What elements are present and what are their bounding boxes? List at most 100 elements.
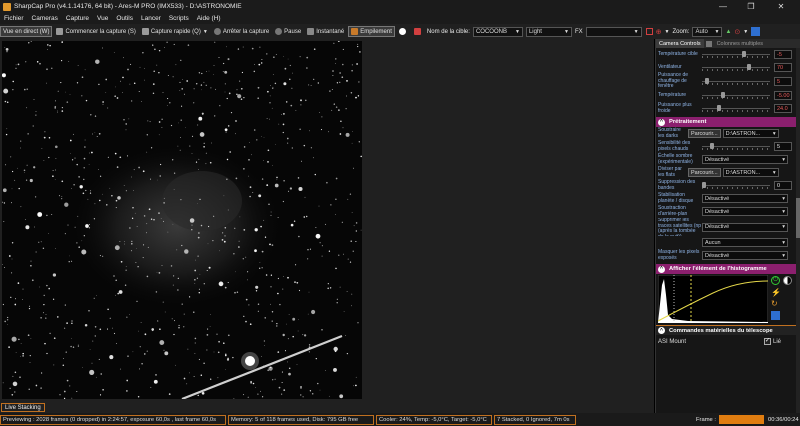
browse-flats-button[interactable]: Parcourir... (688, 168, 721, 177)
menu-scripts[interactable]: Scripts (165, 15, 193, 22)
toolbar: Vue en direct (W) Commencer la capture (… (0, 24, 800, 39)
tab-multiple-columns[interactable]: Colonnes multiples (714, 39, 766, 48)
target-name-select[interactable]: COCOONB ▼ (472, 26, 523, 37)
histogram-chart[interactable] (658, 275, 768, 323)
chevron-down-icon: ▼ (714, 28, 720, 35)
planet-select[interactable]: Désactivé ▾ (702, 194, 788, 203)
target-label: Nom de la cible: (426, 28, 470, 35)
dark-scale-value: Désactivé (705, 156, 730, 163)
menu-aide[interactable]: Aide (H) (193, 15, 225, 22)
reticle-button[interactable] (412, 26, 425, 37)
menu-outils[interactable]: Outils (112, 15, 137, 22)
collapse-icon[interactable]: ^ (658, 118, 665, 126)
satellite-select[interactable]: Désactivé ▾ (702, 222, 788, 232)
power-icon[interactable]: ⏻ (771, 276, 780, 285)
stop-capture-button[interactable]: Arrêter la capture (212, 26, 271, 37)
live-view-label: Vue en direct (W) (3, 28, 50, 35)
dark-scale-select[interactable]: Désactivé ▾ (702, 155, 788, 164)
crosshair-icon[interactable]: ⊕ (656, 28, 662, 36)
banding-slider[interactable] (702, 182, 770, 189)
live-image[interactable] (2, 41, 362, 399)
chevron-down-icon: ▼ (514, 28, 520, 35)
snapshot-icon (307, 28, 315, 35)
planet-value: Désactivé (705, 195, 730, 202)
start-capture-button[interactable]: Commencer la capture (S) (54, 26, 137, 37)
chevron-down-icon[interactable]: ▼ (203, 29, 208, 35)
banding-value[interactable]: 0 (774, 181, 792, 190)
row-label: Puissance de chauffage de fenêtre (658, 72, 689, 90)
snapshot-button[interactable]: Instantané (305, 26, 346, 37)
fx-select[interactable]: ▼ (585, 26, 642, 37)
mask-select[interactable]: Désactivé ▾ (702, 251, 788, 260)
aux-select[interactable]: Aucun ▾ (702, 238, 788, 247)
tab-camera-controls[interactable]: Camera Controls (656, 39, 704, 48)
menu-lancer[interactable]: Lancer (137, 15, 165, 22)
darks-path-select[interactable]: D:\ASTRON... ▾ (722, 129, 779, 138)
pin-icon[interactable] (751, 27, 761, 36)
camera-row: Puissance plus froide 24.0 (656, 102, 800, 115)
chevron-down-icon[interactable]: ▼ (664, 29, 669, 35)
background-row: Soustraction d'arrière-plan Désactivé ▾ (656, 205, 800, 218)
scrollbar-thumb[interactable] (796, 198, 800, 238)
zoom-select[interactable]: Auto ▼ (692, 26, 723, 37)
pause-button[interactable]: Pause (273, 26, 303, 37)
image-viewport[interactable] (0, 39, 654, 402)
target-temp-value[interactable]: -5 (774, 50, 792, 59)
chevron-down-icon: ▼ (633, 28, 639, 35)
browse-darks-button[interactable]: Parcourir... (688, 129, 721, 138)
stacking-button[interactable]: Empilement (348, 26, 395, 37)
stop-capture-label: Arrêter la capture (222, 28, 270, 35)
frame-label: Frame : (696, 416, 716, 423)
pretreatment-header[interactable]: ^ Prétraitement (656, 117, 800, 127)
hot-pixels-slider[interactable] (702, 143, 770, 150)
row-label: Température cible (658, 50, 698, 57)
contrast-icon[interactable] (783, 276, 792, 285)
hot-pixels-value[interactable]: 5 (774, 142, 792, 151)
aux-row: Aucun ▾ (656, 236, 800, 249)
cooler-status: Cooler: 24%, Temp: -5,0°C, Target: -5,0°… (376, 414, 492, 425)
darks-row: Soustraire les darks Parcourir... D:\AST… (656, 127, 800, 140)
close-button[interactable]: ✕ (770, 0, 792, 13)
flats-row: Diviser par les flats Parcourir... D:\AS… (656, 166, 800, 179)
menu-cameras[interactable]: Cameras (28, 15, 62, 22)
histogram-icon[interactable]: ▲ (725, 29, 731, 35)
fan-value[interactable]: 70 (774, 63, 792, 72)
menu-capture[interactable]: Capture (62, 15, 93, 22)
target-temp-slider[interactable] (702, 51, 770, 58)
live-stacking-tab[interactable]: Live Stacking (1, 403, 45, 412)
crop-icon[interactable] (645, 28, 653, 35)
chevron-down-icon: ▾ (772, 169, 776, 176)
auto-stretch-icon[interactable]: ⚡ (771, 288, 781, 297)
cooler-power-value: 24.0 (774, 104, 792, 113)
collapse-icon[interactable]: ^ (658, 327, 665, 334)
mask-value: Désactivé (705, 252, 730, 259)
quick-capture-label: Capture rapide (Q) (150, 28, 201, 35)
menu-vue[interactable]: Vue (93, 15, 112, 22)
mount-name: ASI Mount (658, 338, 687, 345)
menu-fichier[interactable]: Fichier (0, 15, 28, 22)
chevron-down-icon[interactable]: ▼ (743, 29, 748, 35)
background-select[interactable]: Désactivé ▾ (702, 207, 788, 216)
collapse-icon[interactable]: ^ (658, 265, 665, 273)
minimize-button[interactable]: — (712, 0, 734, 13)
live-view-button[interactable]: Vue en direct (W) (0, 26, 53, 37)
zoom-label: Zoom: (672, 28, 690, 35)
maximize-button[interactable]: ❐ (740, 0, 762, 13)
reset-icon[interactable]: ↻ (771, 299, 778, 308)
histogram-header[interactable]: ^ Afficher l'élément de l'histogramme (656, 264, 800, 274)
heater-value[interactable]: 5 (774, 77, 792, 86)
checkbox-icon[interactable] (705, 40, 712, 47)
heater-slider[interactable] (702, 78, 770, 85)
mount-header[interactable]: ^ Commandes matérielles du télescope (656, 325, 800, 335)
save-icon[interactable] (771, 311, 780, 320)
record-button[interactable] (397, 26, 410, 37)
target-icon[interactable]: ⊙ (734, 28, 740, 36)
linked-checkbox[interactable]: ✓ (764, 338, 771, 345)
flats-path-select[interactable]: D:\ASTRON... ▾ (722, 168, 779, 177)
title-bar: SharpCap Pro (v4.1.14176, 64 bit) - Ares… (0, 0, 800, 13)
panel-scrollbar[interactable] (796, 48, 800, 413)
fan-slider[interactable] (702, 64, 770, 71)
chevron-down-icon: ▾ (782, 239, 785, 246)
frame-type-select[interactable]: Light ▼ (525, 26, 572, 37)
quick-capture-button[interactable]: Capture rapide (Q) ▼ (140, 26, 210, 37)
